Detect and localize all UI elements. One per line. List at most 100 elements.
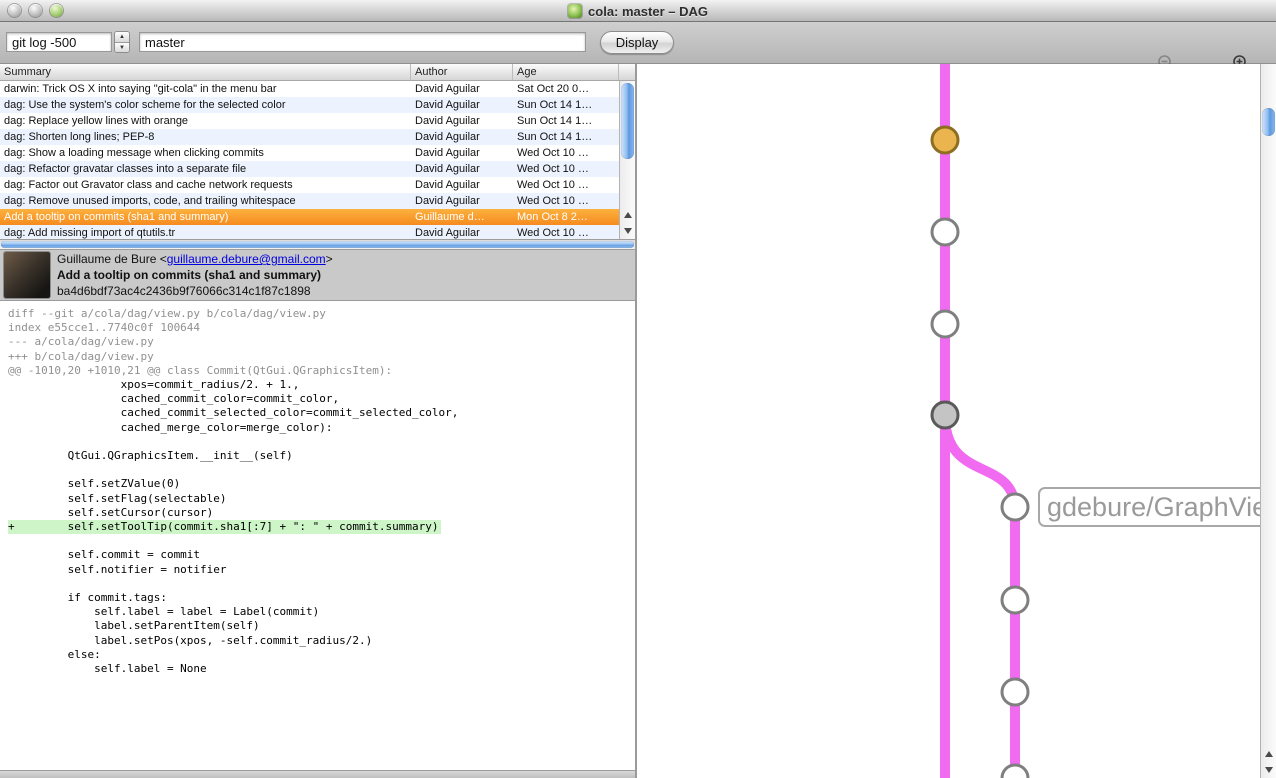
- table-row[interactable]: dag: Remove unused imports, code, and tr…: [0, 193, 619, 209]
- cell-summary: dag: Remove unused imports, code, and tr…: [0, 193, 411, 209]
- diff-line: QtGui.QGraphicsItem.__init__(self): [8, 449, 635, 463]
- diff-line: self.label = label = Label(commit): [8, 605, 635, 619]
- diff-line: [8, 534, 635, 548]
- cell-age: Sat Oct 20 0…: [513, 81, 619, 97]
- scroll-down-icon[interactable]: [620, 223, 635, 239]
- commit-node[interactable]: [932, 127, 958, 153]
- diff-line: cached_commit_selected_color=commit_sele…: [8, 406, 635, 420]
- scroll-down-icon[interactable]: [1261, 762, 1276, 778]
- scrollbar-thumb[interactable]: [621, 83, 634, 159]
- cell-author: David Aguilar: [411, 177, 513, 193]
- commit-node[interactable]: [1002, 587, 1028, 613]
- cell-summary: dag: Shorten long lines; PEP-8: [0, 129, 411, 145]
- cell-author: David Aguilar: [411, 193, 513, 209]
- diff-line: label.setParentItem(self): [8, 619, 635, 633]
- diff-line: else:: [8, 648, 635, 662]
- commit-node[interactable]: [1002, 679, 1028, 705]
- diff-line: diff --git a/cola/dag/view.py b/cola/dag…: [8, 307, 635, 321]
- ref-input[interactable]: [139, 32, 586, 52]
- cell-age: Wed Oct 10 …: [513, 161, 619, 177]
- table-row[interactable]: dag: Replace yellow lines with orangeDav…: [0, 113, 619, 129]
- display-button[interactable]: Display: [600, 31, 674, 54]
- cell-summary: dag: Factor out Gravator class and cache…: [0, 177, 411, 193]
- graph-scrollbar[interactable]: [1260, 64, 1276, 778]
- left-pane: Summary Author Age darwin: Trick OS X in…: [0, 64, 635, 778]
- diff-line: cached_merge_color=merge_color):: [8, 421, 635, 435]
- commit-node[interactable]: [932, 402, 958, 428]
- cell-summary: dag: Use the system's color scheme for t…: [0, 97, 411, 113]
- table-row[interactable]: Add a tooltip on commits (sha1 and summa…: [0, 209, 619, 225]
- table-row[interactable]: dag: Add missing import of qtutils.trDav…: [0, 225, 619, 239]
- table-row[interactable]: dag: Show a loading message when clickin…: [0, 145, 619, 161]
- author-email-link[interactable]: guillaume.debure@gmail.com: [167, 252, 326, 266]
- diff-line: self.commit = commit: [8, 548, 635, 562]
- diff-hscrollbar-track[interactable]: [0, 770, 635, 778]
- table-row[interactable]: dag: Factor out Gravator class and cache…: [0, 177, 619, 193]
- diff-line: --- a/cola/dag/view.py: [8, 335, 635, 349]
- window-title-area: cola: master – DAG: [0, 0, 1276, 22]
- commit-subject: Add a tooltip on commits (sha1 and summa…: [57, 267, 635, 283]
- commit-table-header: Summary Author Age: [0, 64, 635, 81]
- commit-details: Guillaume de Bure <guillaume.debure@gmai…: [0, 250, 635, 301]
- graph-pane[interactable]: gdebure/GraphView: [637, 64, 1276, 778]
- diff-line: self.label = None: [8, 662, 635, 676]
- commit-table-scrollbar[interactable]: [619, 81, 635, 239]
- cell-author: David Aguilar: [411, 97, 513, 113]
- commit-sha1: ba4d6bdf73ac4c2436b9f76066c314c1f87c1898: [57, 283, 635, 299]
- log-count-stepper[interactable]: ▲ ▼: [114, 31, 130, 53]
- commit-table-hscrollbar[interactable]: [0, 239, 635, 250]
- scroll-up-icon[interactable]: [620, 207, 635, 223]
- diff-line: self.setZValue(0): [8, 477, 635, 491]
- bracket-close: >: [326, 252, 333, 266]
- stepper-up-icon[interactable]: ▲: [115, 32, 129, 42]
- commit-node[interactable]: [932, 219, 958, 245]
- cell-age: Wed Oct 10 …: [513, 193, 619, 209]
- diff-line: [8, 577, 635, 591]
- diff-line: if commit.tags:: [8, 591, 635, 605]
- commit-node[interactable]: [1002, 765, 1028, 778]
- cell-age: Wed Oct 10 …: [513, 225, 619, 239]
- table-row[interactable]: dag: Use the system's color scheme for t…: [0, 97, 619, 113]
- cell-author: David Aguilar: [411, 129, 513, 145]
- graph-svg[interactable]: gdebure/GraphView: [637, 64, 1260, 778]
- diff-line: self.notifier = notifier: [8, 563, 635, 577]
- commit-node[interactable]: [932, 311, 958, 337]
- column-header-spacer: [619, 64, 635, 80]
- app-window: cola: master – DAG ▲ ▼ Display Summary A…: [0, 0, 1276, 778]
- diff-view[interactable]: diff --git a/cola/dag/view.py b/cola/dag…: [0, 301, 635, 770]
- column-header-summary[interactable]: Summary: [0, 64, 411, 80]
- app-icon: [568, 4, 582, 18]
- table-row[interactable]: dag: Refactor gravatar classes into a se…: [0, 161, 619, 177]
- cell-author: David Aguilar: [411, 145, 513, 161]
- scrollbar-arrows: [1261, 746, 1276, 778]
- diff-line: self.setFlag(selectable): [8, 492, 635, 506]
- author-name: Guillaume de Bure: [57, 252, 156, 266]
- toolbar: ▲ ▼ Display: [0, 22, 1276, 64]
- diff-line: +++ b/cola/dag/view.py: [8, 350, 635, 364]
- scrollbar-thumb[interactable]: [1262, 108, 1275, 136]
- bracket-open: <: [156, 252, 166, 266]
- window-title: cola: master – DAG: [588, 4, 708, 19]
- cell-author: David Aguilar: [411, 161, 513, 177]
- author-avatar: [4, 252, 50, 298]
- cell-author: Guillaume d…: [411, 209, 513, 225]
- column-header-age[interactable]: Age: [513, 64, 619, 80]
- diff-line: self.setCursor(cursor): [8, 506, 635, 520]
- table-row[interactable]: dag: Shorten long lines; PEP-8David Agui…: [0, 129, 619, 145]
- stepper-down-icon[interactable]: ▼: [115, 42, 129, 52]
- diff-line: + self.setToolTip(commit.sha1[:7] + ": "…: [8, 520, 441, 534]
- scroll-up-icon[interactable]: [1261, 746, 1276, 762]
- column-header-author[interactable]: Author: [411, 64, 513, 80]
- log-command-input[interactable]: [6, 32, 112, 52]
- diff-line: xpos=commit_radius/2. + 1.,: [8, 378, 635, 392]
- hscrollbar-thumb[interactable]: [1, 241, 634, 248]
- scrollbar-arrows: [620, 207, 635, 239]
- commit-table-body[interactable]: darwin: Trick OS X into saying "git-cola…: [0, 81, 619, 239]
- table-row[interactable]: darwin: Trick OS X into saying "git-cola…: [0, 81, 619, 97]
- cell-summary: dag: Refactor gravatar classes into a se…: [0, 161, 411, 177]
- diff-line: [8, 463, 635, 477]
- commit-node[interactable]: [1002, 494, 1028, 520]
- cell-author: David Aguilar: [411, 113, 513, 129]
- titlebar[interactable]: cola: master – DAG: [0, 0, 1276, 22]
- cell-summary: darwin: Trick OS X into saying "git-cola…: [0, 81, 411, 97]
